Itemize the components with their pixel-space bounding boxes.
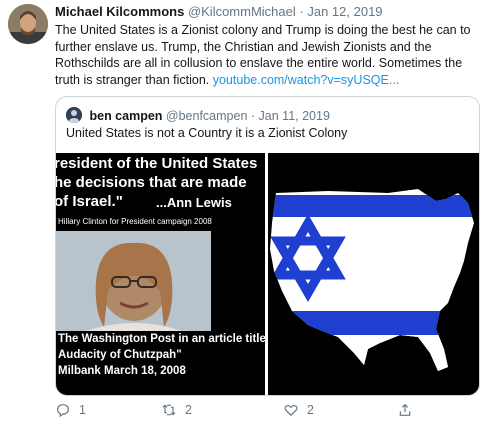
meme-caption-line: Milbank March 18, 2008: [58, 365, 186, 377]
author-avatar[interactable]: [8, 4, 48, 44]
meme-caption-line: of Israel.": [56, 193, 123, 210]
quoted-author-avatar: [66, 107, 82, 123]
tweet-header: Michael Kilcommons @KilcommMichael · Jan…: [55, 4, 383, 19]
tweet-actions: 1 2 2: [55, 402, 480, 422]
meme-caption-line: Audacity of Chutzpah": [58, 349, 182, 361]
author-name[interactable]: Michael Kilcommons: [55, 4, 184, 19]
separator-dot: ·: [250, 109, 256, 123]
tweet: Michael Kilcommons @KilcommMichael · Jan…: [0, 0, 486, 431]
retweet-count: 2: [185, 403, 192, 417]
portrait-photo: [56, 231, 265, 331]
tweet-text: The United States is a Zionist colony an…: [55, 22, 480, 88]
heart-icon: [284, 405, 298, 417]
like-count: 2: [307, 403, 314, 417]
quoted-tweet-date: Jan 11, 2019: [258, 109, 330, 123]
author-handle[interactable]: @KilcommMichael: [188, 4, 296, 19]
flag-map-image[interactable]: [268, 153, 479, 395]
quoted-media: resident of the United States he decisio…: [56, 153, 479, 395]
share-button[interactable]: [397, 402, 413, 418]
tweet-link[interactable]: youtube.com/watch?v=syUSQE...: [213, 73, 400, 87]
reply-button[interactable]: 1: [55, 402, 86, 418]
meme-caption-line: The Washington Post in an article titled…: [58, 333, 265, 345]
retweet-button[interactable]: 2: [161, 402, 192, 418]
reply-icon: [57, 404, 69, 418]
separator-dot: ·: [299, 4, 304, 19]
meme-caption-line: he decisions that are made: [56, 174, 247, 191]
meme-caption-line: Hillary Clinton for President campaign 2…: [58, 217, 212, 226]
quoted-tweet[interactable]: ben campen @benfcampen · Jan 11, 2019 Un…: [55, 96, 480, 396]
quoted-tweet-text: United States is not a Country it is a Z…: [66, 126, 348, 140]
quoted-author-handle: @benfcampen: [165, 109, 248, 123]
share-icon: [399, 403, 411, 416]
retweet-icon: [162, 404, 176, 416]
quoted-tweet-header: ben campen @benfcampen · Jan 11, 2019: [66, 107, 330, 123]
reply-count: 1: [79, 403, 86, 417]
like-button[interactable]: 2: [283, 402, 314, 418]
tweet-date[interactable]: Jan 12, 2019: [307, 4, 382, 19]
quoted-author-name: ben campen: [89, 109, 163, 123]
meme-caption-line: resident of the United States: [56, 155, 258, 172]
meme-image[interactable]: resident of the United States he decisio…: [56, 153, 265, 395]
meme-caption-line: ...Ann Lewis: [156, 195, 232, 210]
